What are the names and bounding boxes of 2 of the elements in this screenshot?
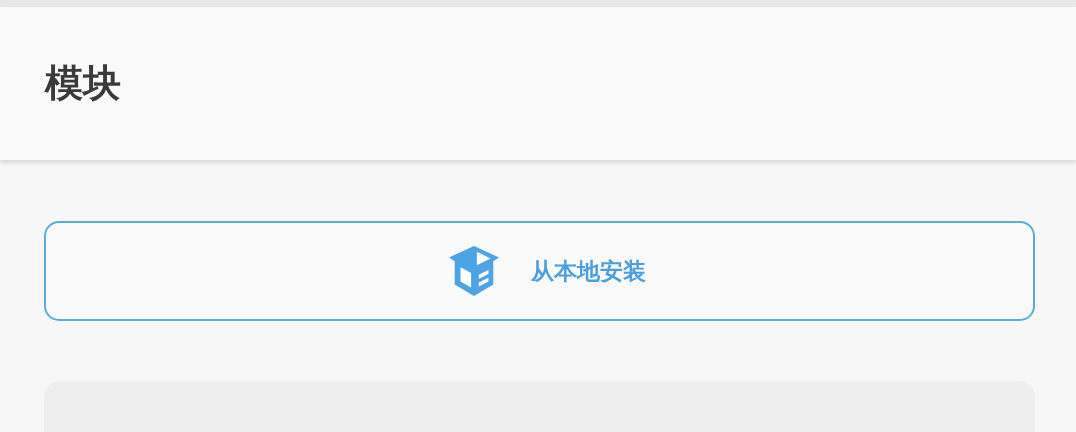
install-from-local-button[interactable]: 从本地安装 — [44, 221, 1035, 321]
page-title: 模块 — [45, 60, 121, 107]
